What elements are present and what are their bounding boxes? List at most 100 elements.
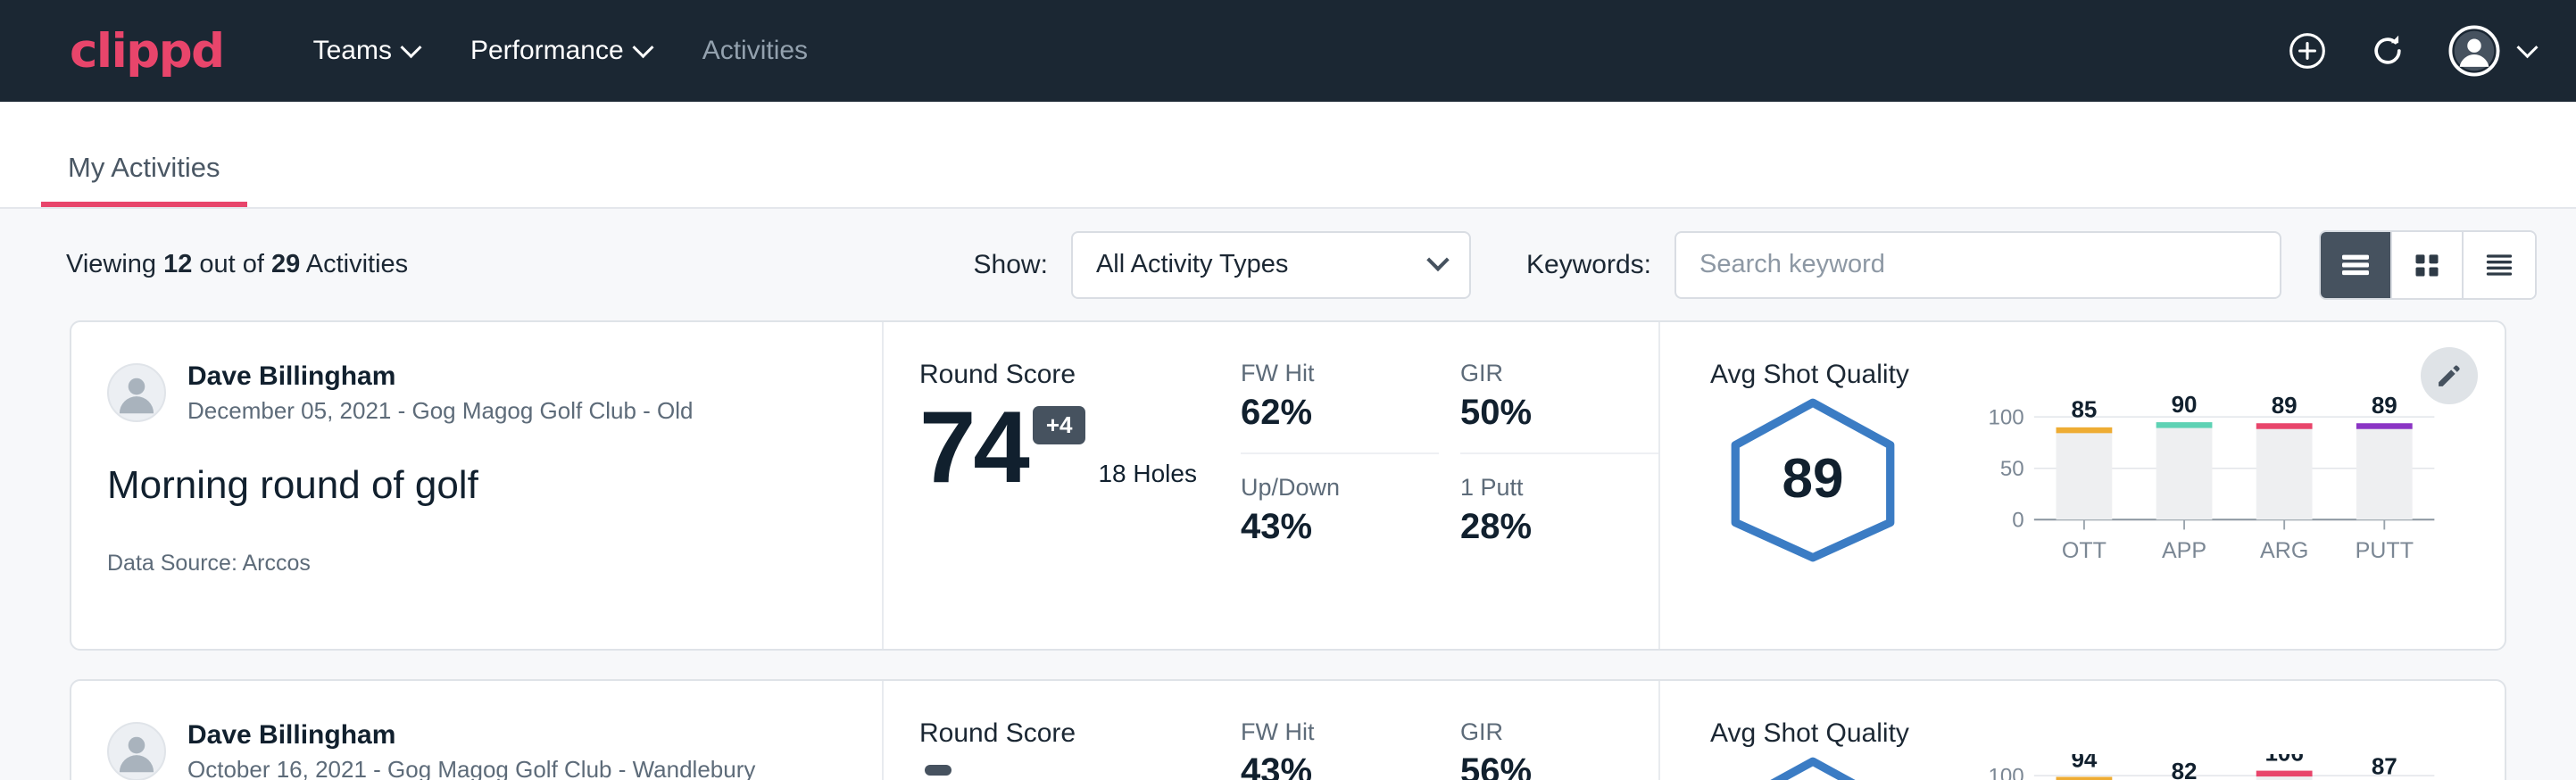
avatar — [107, 722, 166, 780]
stat-one-putt: 1 Putt 28% — [1460, 454, 1658, 547]
account-avatar-icon — [2448, 25, 2500, 77]
score-to-par-badge: +4 — [1033, 406, 1086, 444]
stat-fw-hit: FW Hit 43% — [1241, 718, 1439, 780]
view-mode-toggle-group — [2319, 230, 2537, 300]
activity-meta: December 05, 2021 - Gog Magog Golf Club … — [187, 396, 694, 427]
stats-column: FW Hit 62% GIR 50% Up/Down 43% 1 Putt 28… — [1241, 322, 1660, 649]
person-icon — [109, 363, 164, 422]
shot-quality-bar-chart: 05010094OTT82APP106ARG87PUTT — [1948, 754, 2465, 780]
filter-bar: Viewing 12 out of 29 Activities Show: Al… — [0, 209, 2576, 320]
show-label: Show: — [974, 250, 1048, 280]
stat-fw-hit: FW Hit 62% — [1241, 360, 1439, 454]
svg-text:APP: APP — [2162, 538, 2206, 563]
score-to-par-badge — [925, 765, 951, 776]
compact-view-button[interactable] — [2464, 232, 2535, 298]
round-score-column: Round Score 74 +4 18 Holes — [884, 322, 1241, 649]
svg-text:89: 89 — [2272, 395, 2298, 419]
svg-text:50: 50 — [2000, 457, 2024, 481]
tab-my-activities[interactable]: My Activities — [41, 152, 247, 207]
stat-value: 43% — [1241, 751, 1414, 780]
player-name: Dave Billingham — [187, 718, 755, 752]
plus-circle-icon — [2288, 31, 2327, 71]
stat-label: FW Hit — [1241, 360, 1414, 387]
avg-shot-quality-label: Avg Shot Quality — [1710, 360, 2505, 390]
avatar — [107, 363, 166, 422]
round-score-label: Round Score — [919, 360, 1241, 390]
svg-text:90: 90 — [2172, 395, 2198, 418]
svg-text:PUTT: PUTT — [2356, 538, 2414, 563]
top-navigation-bar: clippd Teams Performance Activities — [0, 0, 2576, 102]
player-header: Dave Billingham December 05, 2021 - Gog … — [107, 360, 882, 426]
stat-value: 28% — [1460, 507, 1633, 547]
data-source: Data Source: Arccos — [107, 551, 882, 577]
holes-played: 18 Holes — [1098, 460, 1197, 488]
hexagon-icon — [1719, 754, 1907, 780]
account-menu[interactable] — [2448, 25, 2535, 77]
activity-type-select[interactable]: All Activity Types — [1071, 231, 1471, 299]
chevron-down-icon — [400, 37, 421, 58]
activity-card[interactable]: Dave Billingham October 16, 2021 - Gog M… — [70, 679, 2506, 780]
stats-column: FW Hit 43% GIR 56% — [1241, 681, 1660, 780]
add-button[interactable] — [2288, 31, 2327, 71]
stat-value: 62% — [1241, 393, 1414, 433]
shot-quality-body: 05010094OTT82APP106ARG87PUTT — [1710, 754, 2505, 780]
shot-quality-body: 89 0 50 100 85 OTT 90 APP 89 ARG 89 PUTT — [1710, 395, 2505, 574]
shot-quality-column: Avg Shot Quality 89 0 50 100 85 OTT 90 APP 89 AR… — [1660, 322, 2505, 649]
tab-my-activities-label: My Activities — [68, 152, 220, 183]
svg-text:94: 94 — [2071, 754, 2097, 772]
stat-label: 1 Putt — [1460, 474, 1633, 502]
svg-text:87: 87 — [2372, 754, 2397, 779]
svg-text:85: 85 — [2071, 396, 2097, 423]
svg-text:ARG: ARG — [2260, 538, 2308, 563]
list-view-button[interactable] — [2321, 232, 2392, 298]
stat-value: 43% — [1241, 507, 1414, 547]
round-score-row: 74 +4 18 Holes — [919, 397, 1241, 499]
svg-text:0: 0 — [2012, 509, 2023, 533]
stat-up-down: Up/Down 43% — [1241, 454, 1439, 547]
activity-card[interactable]: Dave Billingham December 05, 2021 - Gog … — [70, 320, 2506, 651]
viewing-suffix: Activities — [300, 250, 408, 278]
viewing-summary: Viewing 12 out of 29 Activities — [66, 250, 408, 279]
stat-value: 56% — [1460, 751, 1633, 780]
compact-view-icon — [2481, 247, 2517, 283]
svg-text:OTT: OTT — [2062, 538, 2107, 563]
clippd-logo[interactable]: clippd — [70, 24, 224, 79]
grid-view-icon — [2409, 247, 2445, 283]
viewing-mid: out of — [192, 250, 271, 278]
activity-title: Morning round of golf — [107, 463, 882, 508]
activity-type-select-value: All Activity Types — [1096, 250, 1288, 279]
grid-view-button[interactable] — [2392, 232, 2464, 298]
edit-activity-button[interactable] — [2421, 347, 2478, 404]
filter-controls: Show: All Activity Types Keywords: — [974, 230, 2537, 300]
avg-shot-quality-hex: 89 — [1710, 395, 1915, 565]
svg-text:89: 89 — [2372, 395, 2397, 419]
nav-item-performance-label: Performance — [470, 36, 624, 66]
stat-gir: GIR 50% — [1460, 360, 1658, 454]
svg-text:106: 106 — [2264, 754, 2303, 766]
stat-gir: GIR 56% — [1460, 718, 1658, 780]
stat-value: 50% — [1460, 393, 1633, 433]
bar-chart-svg: 0 50 100 85 OTT 90 APP 89 ARG 89 PUTT — [1948, 395, 2465, 569]
chevron-down-icon — [2516, 37, 2538, 58]
activity-info-column: Dave Billingham December 05, 2021 - Gog … — [71, 322, 884, 649]
tab-bar: My Activities — [0, 102, 2576, 209]
viewing-count: 12 — [163, 250, 192, 278]
nav-item-performance[interactable]: Performance — [470, 36, 651, 66]
nav-item-activities-label: Activities — [702, 36, 808, 66]
round-score-row — [919, 756, 1241, 776]
nav-item-teams[interactable]: Teams — [313, 36, 419, 66]
person-icon — [109, 722, 164, 780]
round-score-label: Round Score — [919, 718, 1241, 749]
stat-label: Up/Down — [1241, 474, 1414, 502]
shot-quality-column: Avg Shot Quality 05010094OTT82APP106ARG8… — [1660, 681, 2505, 780]
refresh-button[interactable] — [2368, 31, 2407, 71]
activity-meta: October 16, 2021 - Gog Magog Golf Club -… — [187, 755, 755, 780]
viewing-prefix: Viewing — [66, 250, 163, 278]
search-input[interactable] — [1674, 231, 2281, 299]
stat-label: FW Hit — [1241, 718, 1414, 746]
svg-text:100: 100 — [1988, 406, 2023, 430]
player-name: Dave Billingham — [187, 360, 694, 394]
nav-item-activities[interactable]: Activities — [702, 36, 808, 66]
bar-chart-svg: 05010094OTT82APP106ARG87PUTT — [1948, 754, 2465, 780]
nav-item-teams-label: Teams — [313, 36, 392, 66]
